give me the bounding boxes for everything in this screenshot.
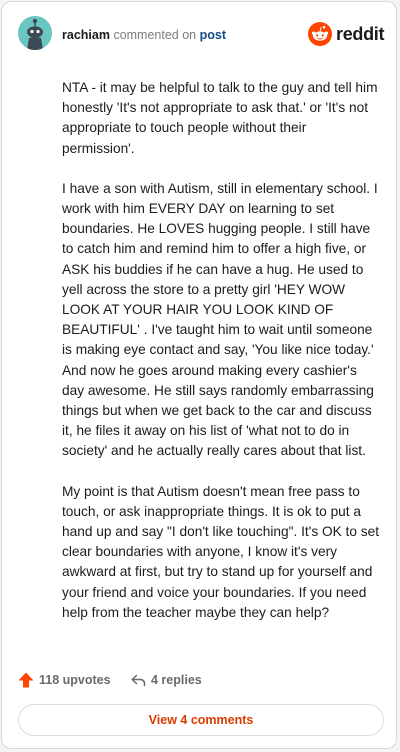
byline: rachiam commented on post [62,28,226,42]
comment-header: rachiam commented on post reddit [18,16,385,56]
replies-button[interactable]: 4 replies [130,670,202,690]
brand[interactable]: reddit [308,22,385,46]
reply-arrow-icon [131,674,146,687]
comment-card: rachiam commented on post reddit NTA - i… [1,1,397,749]
comment-paragraph: NTA - it may be helpful to talk to the g… [62,80,378,156]
comment-body: NTA - it may be helpful to talk to the g… [62,78,380,643]
reply-count: 4 replies [151,673,202,687]
upvote-arrow-icon [18,672,34,688]
brand-name: reddit [336,24,385,44]
comment-paragraph: My point is that Autism doesn't mean fre… [62,483,380,620]
upvote-button[interactable]: 118 upvotes [18,670,111,690]
comment-paragraph: I have a son with Autism, still in eleme… [62,180,378,459]
view-comments-button[interactable]: View 4 comments [18,704,384,736]
avatar[interactable] [18,16,52,50]
username[interactable]: rachiam [62,28,110,42]
reddit-logo-icon [308,22,332,46]
snoo-avatar-icon [18,16,52,50]
action-text: commented on [113,28,197,42]
upvote-count: 118 upvotes [39,673,111,687]
post-link[interactable]: post [200,28,226,42]
comment-footer: 118 upvotes 4 replies [18,670,384,692]
